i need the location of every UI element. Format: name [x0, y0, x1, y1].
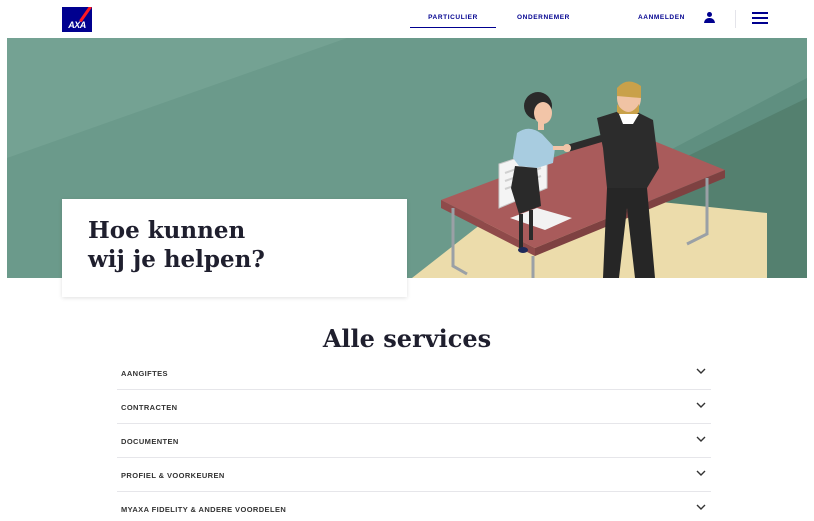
- woman-leg: [529, 210, 533, 240]
- service-row-documenten[interactable]: DOCUMENTEN: [117, 424, 711, 458]
- menu-icon[interactable]: [752, 12, 768, 25]
- user-icon-head: [707, 12, 712, 17]
- hero-title-line1: Hoe kunnen: [88, 217, 246, 244]
- user-icon-body: [704, 18, 715, 23]
- service-label: CONTRACTEN: [121, 403, 178, 412]
- menu-icon-bar: [752, 17, 768, 19]
- user-icon[interactable]: [704, 12, 715, 24]
- nav-aanmelden[interactable]: AANMELDEN: [638, 14, 685, 21]
- services-title: Alle services: [322, 324, 492, 353]
- service-row-myaxa-fidelity[interactable]: MYAXA FIDELITY & ANDERE VOORDELEN: [117, 492, 711, 521]
- woman-face: [534, 102, 552, 124]
- service-label: PROFIEL & VOORKEUREN: [121, 471, 225, 480]
- chevron-down-icon[interactable]: [696, 436, 706, 443]
- chevron-down-icon[interactable]: [696, 402, 706, 409]
- chevron-down-icon[interactable]: [696, 470, 706, 477]
- service-label: AANGIFTES: [121, 369, 168, 378]
- top-header: AXA PARTICULIER ONDERNEMER AANMELDEN: [0, 0, 814, 38]
- nav-particulier[interactable]: PARTICULIER: [410, 14, 496, 21]
- service-row-profiel-voorkeuren[interactable]: PROFIEL & VOORKEUREN: [117, 458, 711, 492]
- hero-title-line2: wij je helpen?: [88, 246, 265, 273]
- nav-ondernemer[interactable]: ONDERNEMER: [517, 14, 570, 21]
- axa-logo[interactable]: AXA: [62, 7, 92, 32]
- services-accordion: AANGIFTES CONTRACTEN DOCUMENTEN PROFIEL …: [117, 356, 711, 521]
- chevron-down-icon[interactable]: [696, 368, 706, 375]
- header-divider: [735, 10, 736, 28]
- woman-shoe: [518, 247, 528, 253]
- handshake: [563, 144, 571, 152]
- woman-neck: [538, 122, 544, 130]
- service-label: DOCUMENTEN: [121, 437, 179, 446]
- hero-title: Hoe kunnen wij je helpen?: [88, 216, 265, 274]
- service-row-contracten[interactable]: CONTRACTEN: [117, 390, 711, 424]
- chevron-down-icon[interactable]: [696, 504, 706, 511]
- logo-text: AXA: [68, 20, 86, 30]
- hero-card: Hoe kunnen wij je helpen?: [62, 199, 407, 297]
- menu-icon-bar: [752, 22, 768, 24]
- service-label: MYAXA FIDELITY & ANDERE VOORDELEN: [121, 505, 287, 514]
- service-row-aangiftes[interactable]: AANGIFTES: [117, 356, 711, 390]
- menu-icon-bar: [752, 12, 768, 14]
- woman-leg: [519, 214, 523, 248]
- nav-active-indicator: [410, 27, 496, 28]
